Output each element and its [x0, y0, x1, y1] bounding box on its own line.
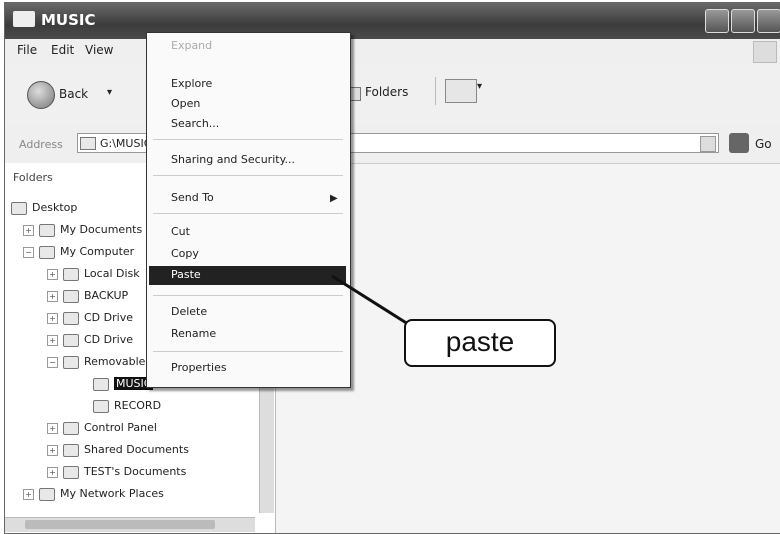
collapse-icon[interactable]: − — [47, 356, 58, 368]
tree-item-shared-documents[interactable]: + Shared Documents — [47, 441, 189, 459]
menu-separator — [153, 139, 343, 140]
cd-icon — [63, 311, 79, 325]
menu-item-send-to[interactable]: Send To — [171, 191, 214, 204]
collapse-icon[interactable]: − — [23, 246, 34, 258]
cd-icon — [63, 333, 79, 347]
submenu-arrow-icon: ▶ — [330, 193, 338, 204]
expand-icon[interactable]: + — [47, 268, 58, 280]
back-dropdown-icon[interactable]: ▾ — [107, 87, 112, 98]
back-arrow-icon — [27, 81, 55, 109]
folder-icon — [13, 11, 35, 27]
folder-icon — [63, 443, 79, 457]
folder-icon — [93, 399, 109, 413]
expand-icon[interactable]: + — [47, 290, 58, 302]
explorer-window: MUSIC File Edit View Back ▾ Folders ▾ Ad… — [4, 2, 780, 534]
tree-item-my-computer[interactable]: − My Computer — [23, 243, 134, 261]
desktop-icon — [11, 201, 27, 215]
window-title: MUSIC — [41, 11, 96, 29]
menu-item-sharing-security[interactable]: Sharing and Security... — [171, 153, 295, 166]
menu-item-paste[interactable]: Paste — [171, 268, 201, 281]
menu-item-copy[interactable]: Copy — [171, 247, 199, 260]
drive-icon — [80, 137, 96, 150]
windows-logo-icon — [753, 41, 777, 63]
menu-item-paste-highlight[interactable]: Paste — [149, 266, 346, 285]
menu-item-properties[interactable]: Properties — [171, 361, 227, 374]
menu-separator — [153, 175, 343, 176]
folders-pane-header: Folders — [13, 171, 53, 184]
address-dropdown-icon[interactable] — [700, 136, 716, 152]
horizontal-scrollbar[interactable] — [5, 517, 255, 532]
removable-drive-icon — [63, 355, 79, 369]
vertical-scrollbar[interactable] — [259, 377, 274, 513]
menu-item-delete[interactable]: Delete — [171, 305, 207, 318]
tree-item-test-documents[interactable]: + TEST's Documents — [47, 463, 186, 481]
tree-item-music[interactable]: MUSIC — [93, 375, 154, 393]
minimize-button[interactable] — [705, 9, 729, 33]
tree-item-cd-drive-2[interactable]: + CD Drive — [47, 331, 133, 349]
network-icon — [39, 487, 55, 501]
tree-item-my-documents[interactable]: + My Documents — [23, 221, 142, 239]
drive-icon — [63, 267, 79, 281]
menu-item-rename[interactable]: Rename — [171, 327, 216, 340]
address-value: G:\MUSIC — [100, 137, 152, 150]
menu-item-explore[interactable]: Explore — [171, 77, 212, 90]
back-label: Back — [59, 87, 89, 101]
menu-item-search[interactable]: Search... — [171, 117, 219, 130]
folder-icon — [93, 377, 109, 391]
title-bar[interactable]: MUSIC — [5, 3, 780, 39]
tree-item-record[interactable]: RECORD — [93, 397, 161, 415]
go-arrow-icon[interactable] — [729, 133, 749, 153]
folder-icon — [39, 223, 55, 237]
menu-bar: File Edit View — [5, 39, 780, 66]
go-button[interactable]: Go — [755, 137, 772, 151]
folder-icon — [63, 465, 79, 479]
expand-icon[interactable]: + — [47, 334, 58, 346]
tree-item-cd-drive[interactable]: + CD Drive — [47, 309, 133, 327]
menu-item-cut[interactable]: Cut — [171, 225, 190, 238]
expand-icon[interactable]: + — [47, 312, 58, 324]
menu-view[interactable]: View — [85, 43, 113, 57]
address-bar: Address G:\MUSIC Go — [5, 125, 780, 164]
drive-icon — [63, 289, 79, 303]
maximize-button[interactable] — [731, 9, 755, 33]
menu-separator — [153, 213, 343, 214]
expand-icon[interactable]: + — [47, 444, 58, 456]
menu-edit[interactable]: Edit — [51, 43, 74, 57]
expand-icon[interactable]: + — [23, 224, 34, 236]
expand-icon[interactable]: + — [47, 422, 58, 434]
menu-file[interactable]: File — [17, 43, 37, 57]
expand-icon[interactable]: + — [47, 466, 58, 478]
toolbar: Back ▾ Folders ▾ — [5, 65, 780, 126]
tree-item-backup[interactable]: + BACKUP — [47, 287, 128, 305]
tree-item-control-panel[interactable]: + Control Panel — [47, 419, 157, 437]
menu-separator — [153, 351, 343, 352]
menu-item-open[interactable]: Open — [171, 97, 200, 110]
callout-label: paste — [404, 319, 556, 367]
views-dropdown-icon[interactable]: ▾ — [477, 81, 482, 92]
expand-icon[interactable]: + — [23, 488, 34, 500]
tree-item-desktop[interactable]: Desktop — [11, 199, 77, 217]
address-label: Address — [19, 138, 63, 151]
menu-item-expand[interactable]: Expand — [171, 39, 212, 52]
scrollbar-thumb[interactable] — [25, 520, 215, 529]
menu-separator — [153, 295, 343, 296]
tree-item-my-network-places[interactable]: + My Network Places — [23, 485, 164, 503]
toolbar-divider — [435, 77, 436, 105]
tree-item-local-disk[interactable]: + Local Disk — [47, 265, 140, 283]
folders-label: Folders — [365, 85, 409, 99]
context-menu: Expand Explore Open Search... Sharing an… — [146, 32, 351, 388]
computer-icon — [39, 245, 55, 259]
close-button[interactable] — [757, 9, 780, 33]
views-button[interactable] — [445, 79, 477, 103]
control-panel-icon — [63, 421, 79, 435]
